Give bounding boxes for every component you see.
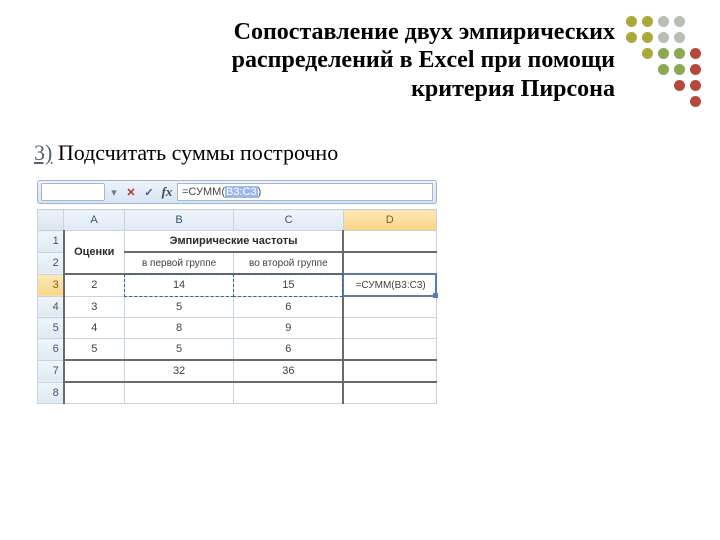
cell-c5[interactable]: 9 [234,318,344,339]
dot-icon [674,48,685,59]
step-number: 3) [34,140,52,165]
cell-c8[interactable] [234,382,344,404]
row-header[interactable]: 3 [38,274,64,296]
name-box[interactable] [41,183,105,201]
cell-c6[interactable]: 6 [234,339,344,361]
row-header[interactable]: 2 [38,252,64,274]
formula-prefix: =СУММ( [182,186,225,198]
title-line1: Сопоставление двух эмпирических [234,19,615,45]
excel-screenshot: ▾ ✕ ✓ fx =СУММ(B3:C3) A B C D 1 Оценки Э… [37,180,437,404]
cell-d5[interactable] [343,318,436,339]
dot-icon [674,32,685,43]
col-header-d[interactable]: D [343,210,436,231]
row-header[interactable]: 1 [38,231,64,253]
dot-icon [690,80,701,91]
cell-a4[interactable]: 3 [64,296,125,318]
cell-d4[interactable] [343,296,436,318]
dot-icon [642,16,653,27]
dot-icon [658,16,669,27]
cell-b5[interactable]: 8 [124,318,234,339]
col-header-a[interactable]: A [64,210,125,231]
cell-c4[interactable]: 6 [234,296,344,318]
dot-icon [658,32,669,43]
dot-icon [626,32,637,43]
decorative-dots [626,12,706,107]
cell-b8[interactable] [124,382,234,404]
cell-a5[interactable]: 4 [64,318,125,339]
step-body: Подсчитать суммы построчно [52,140,338,165]
cell-b7[interactable]: 32 [124,360,234,382]
row-header[interactable]: 7 [38,360,64,382]
dot-icon [690,48,701,59]
cell-a1[interactable]: Оценки [64,231,125,275]
cell-a6[interactable]: 5 [64,339,125,361]
cell-bc1[interactable]: Эмпирические частоты [124,231,343,253]
slide-title: Сопоставление двух эмпирических распреде… [135,18,615,103]
col-header-b[interactable]: B [124,210,234,231]
formula-input[interactable]: =СУММ(B3:C3) [177,183,433,201]
cell-b6[interactable]: 5 [124,339,234,361]
cell-a3[interactable]: 2 [64,274,125,296]
title-line3: критерия Пирсона [411,76,615,102]
cell-c7[interactable]: 36 [234,360,344,382]
cell-a8[interactable] [64,382,125,404]
dot-icon [690,96,701,107]
row-header[interactable]: 6 [38,339,64,361]
slide: Сопоставление двух эмпирических распреде… [0,0,720,540]
cell-b2[interactable]: в первой группе [124,252,234,274]
cell-d7[interactable] [343,360,436,382]
cell-d8[interactable] [343,382,436,404]
select-all-corner[interactable] [38,210,64,231]
cell-c3[interactable]: 15 [234,274,344,296]
col-header-c[interactable]: C [234,210,344,231]
cell-d6[interactable] [343,339,436,361]
row-header[interactable]: 5 [38,318,64,339]
formula-selection: B3:C3 [225,186,258,198]
row-header[interactable]: 4 [38,296,64,318]
dot-icon [658,48,669,59]
spreadsheet-grid: A B C D 1 Оценки Эмпирические частоты 2 … [37,209,437,404]
row-header[interactable]: 8 [38,382,64,404]
step-text: 3) Подсчитать суммы построчно [34,140,338,166]
dot-icon [642,48,653,59]
cell-c2[interactable]: во второй группе [234,252,344,274]
title-line2: распределений в Excel при помощи [232,47,615,73]
dot-icon [674,80,685,91]
formula-suffix: ) [258,186,262,198]
cancel-formula-icon[interactable]: ✕ [123,184,139,200]
dot-icon [626,16,637,27]
cell-b4[interactable]: 5 [124,296,234,318]
cell-b3[interactable]: 14 [124,274,234,296]
dot-icon [642,32,653,43]
cell-d3-active[interactable]: =СУММ(B3:C3) [343,274,436,296]
dot-icon [690,64,701,75]
cell-a7[interactable] [64,360,125,382]
name-box-dropdown-icon[interactable]: ▾ [107,184,121,200]
cell-d2[interactable] [343,252,436,274]
enter-formula-icon[interactable]: ✓ [141,184,157,200]
dot-icon [674,16,685,27]
dot-icon [674,64,685,75]
dot-icon [658,64,669,75]
fx-icon[interactable]: fx [159,184,175,200]
formula-bar: ▾ ✕ ✓ fx =СУММ(B3:C3) [37,180,437,204]
cell-d1[interactable] [343,231,436,253]
